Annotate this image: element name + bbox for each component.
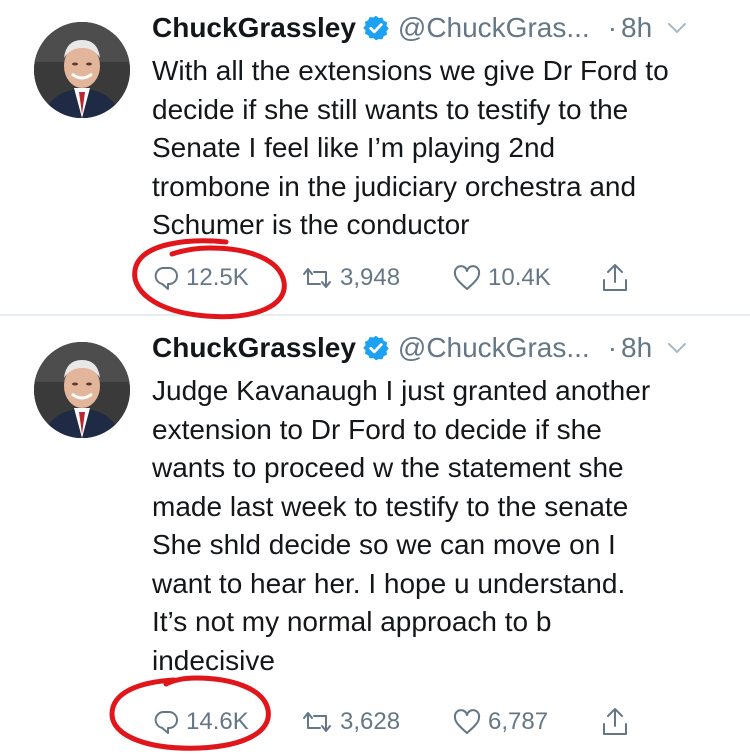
tweet[interactable]: ChuckGrassley @ChuckGras... · 8h Judge K… <box>0 320 750 754</box>
reply-count: 12.5K <box>186 264 249 291</box>
reply-icon <box>154 267 178 290</box>
retweet-button[interactable]: 3,628 <box>300 702 400 742</box>
share-button[interactable] <box>600 258 630 298</box>
tweet-text: With all the extensions we give Dr Ford … <box>152 55 669 240</box>
heart-icon <box>453 709 481 734</box>
like-count: 6,787 <box>488 708 549 735</box>
reply-count: 14.6K <box>186 708 249 735</box>
timestamp[interactable]: 8h <box>621 332 652 364</box>
share-button[interactable] <box>600 702 630 742</box>
tweet-actions: 14.6K 3,628 6,787 <box>152 702 672 742</box>
display-name[interactable]: ChuckGrassley <box>152 332 356 364</box>
tweet-divider <box>0 314 750 316</box>
share-icon <box>603 708 627 735</box>
tweet-text: Judge Kavanaugh I just granted another e… <box>152 375 651 676</box>
avatar[interactable] <box>34 342 130 438</box>
separator-dot: · <box>607 332 618 363</box>
retweet-icon <box>303 712 331 732</box>
avatar-image <box>34 342 130 438</box>
like-button[interactable]: 10.4K <box>452 258 551 298</box>
separator-dot: · <box>607 12 618 43</box>
timestamp[interactable]: 8h <box>621 12 652 44</box>
tweet-header: ChuckGrassley @ChuckGras... · 8h <box>152 10 732 46</box>
tweet[interactable]: ChuckGrassley @ChuckGras... · 8h With al… <box>0 0 750 312</box>
share-icon <box>603 264 627 291</box>
like-count: 10.4K <box>488 264 551 291</box>
tweet-actions: 12.5K 3,948 10.4K <box>152 258 672 298</box>
retweet-icon <box>303 268 331 288</box>
reply-icon <box>154 711 178 734</box>
avatar-image <box>34 22 130 118</box>
reply-button[interactable]: 12.5K <box>152 258 249 298</box>
chevron-down-icon[interactable] <box>666 337 688 359</box>
display-name[interactable]: ChuckGrassley <box>152 12 356 44</box>
reply-button[interactable]: 14.6K <box>152 702 249 742</box>
heart-icon <box>453 265 481 290</box>
like-button[interactable]: 6,787 <box>452 702 548 742</box>
verified-badge-icon <box>362 14 390 42</box>
tweet-header: ChuckGrassley @ChuckGras... · 8h <box>152 330 732 366</box>
avatar[interactable] <box>34 22 130 118</box>
verified-badge-icon <box>362 334 390 362</box>
user-handle[interactable]: @ChuckGras... <box>398 12 590 44</box>
chevron-down-icon[interactable] <box>666 17 688 39</box>
retweet-count: 3,628 <box>340 708 401 735</box>
user-handle[interactable]: @ChuckGras... <box>398 332 590 364</box>
retweet-button[interactable]: 3,948 <box>300 258 400 298</box>
retweet-count: 3,948 <box>340 264 401 291</box>
